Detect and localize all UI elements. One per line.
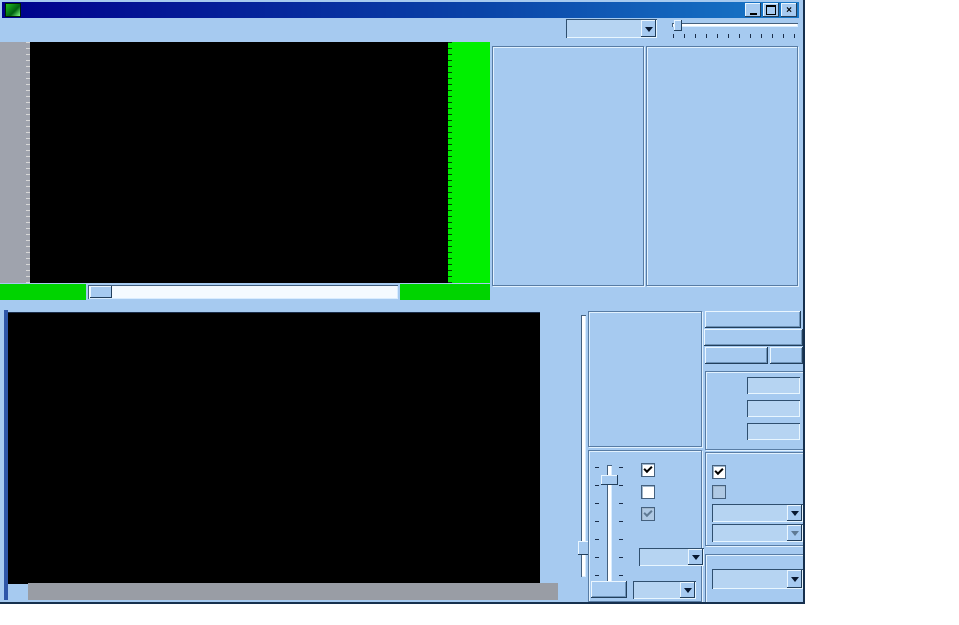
minimize-button[interactable] — [745, 3, 761, 17]
lines-checkbox[interactable] — [641, 507, 655, 521]
scope-left-axis — [0, 42, 30, 283]
channel-b-panel — [646, 46, 798, 286]
spectrum-offset-slider[interactable] — [581, 315, 586, 577]
channel-select[interactable] — [712, 569, 803, 589]
log-y-checkbox[interactable] — [641, 463, 655, 477]
maximize-icon — [766, 5, 776, 15]
chevron-down-icon[interactable] — [688, 549, 703, 565]
spectrum-freq-axis — [28, 583, 558, 600]
average-select[interactable] — [639, 548, 704, 566]
app-icon — [5, 3, 21, 17]
ratio-select — [712, 524, 803, 542]
channels-group — [705, 554, 805, 604]
y-slider-ticks-left — [595, 467, 599, 595]
main-area — [0, 40, 803, 602]
fit-screen-select[interactable] — [712, 504, 803, 522]
scope-plot — [30, 42, 448, 283]
log-x-checkbox[interactable] — [712, 465, 726, 479]
maximize-button[interactable] — [763, 3, 779, 17]
minimize-icon — [750, 13, 757, 15]
auto-button[interactable] — [591, 581, 627, 598]
desktop: × — [0, 0, 959, 625]
used-value — [747, 423, 800, 440]
y-axis-group — [588, 450, 702, 602]
display-options-group — [588, 311, 702, 447]
timing-stats-group — [705, 371, 805, 450]
chevron-down-icon[interactable] — [787, 570, 802, 588]
y-slider-ticks-right — [619, 467, 623, 595]
chevron-down-icon[interactable] — [787, 505, 802, 521]
toolbar — [2, 18, 801, 41]
chevron-down-icon[interactable] — [680, 582, 695, 598]
capture-spectrum-button[interactable] — [704, 329, 803, 346]
app-window: × — [0, 0, 805, 604]
input-source-select[interactable] — [566, 19, 657, 38]
step-select[interactable] — [633, 581, 696, 599]
hold-checkbox[interactable] — [641, 485, 655, 499]
info-button[interactable] — [770, 347, 803, 364]
spectrum-plot — [8, 312, 540, 584]
scope-time-range — [0, 284, 86, 300]
input-level-slider[interactable] — [668, 18, 802, 40]
wait-value — [747, 377, 800, 394]
close-button[interactable]: × — [781, 3, 797, 17]
scope-scrollbar-thumb[interactable] — [90, 286, 112, 298]
input-level-slider-thumb[interactable] — [674, 20, 682, 31]
y-axis-slider-thumb[interactable] — [601, 475, 618, 485]
waveon-button[interactable] — [705, 347, 768, 364]
truex-checkbox[interactable] — [712, 485, 726, 499]
req-value — [747, 400, 800, 417]
chevron-down-icon — [787, 525, 802, 541]
chevron-down-icon[interactable] — [641, 20, 656, 37]
x-axis-group — [705, 452, 805, 546]
spectrum-db-axis — [540, 312, 578, 583]
slider-ticks — [673, 34, 799, 38]
channel-a-panel — [492, 46, 644, 286]
scope-right-axis — [448, 42, 490, 283]
capture-scope-button[interactable] — [705, 311, 801, 328]
scope-fullscale — [400, 284, 490, 300]
titlebar: × — [2, 2, 799, 18]
scope-scrollbar[interactable] — [88, 285, 398, 299]
scope-right-axis-ticks — [448, 42, 452, 283]
